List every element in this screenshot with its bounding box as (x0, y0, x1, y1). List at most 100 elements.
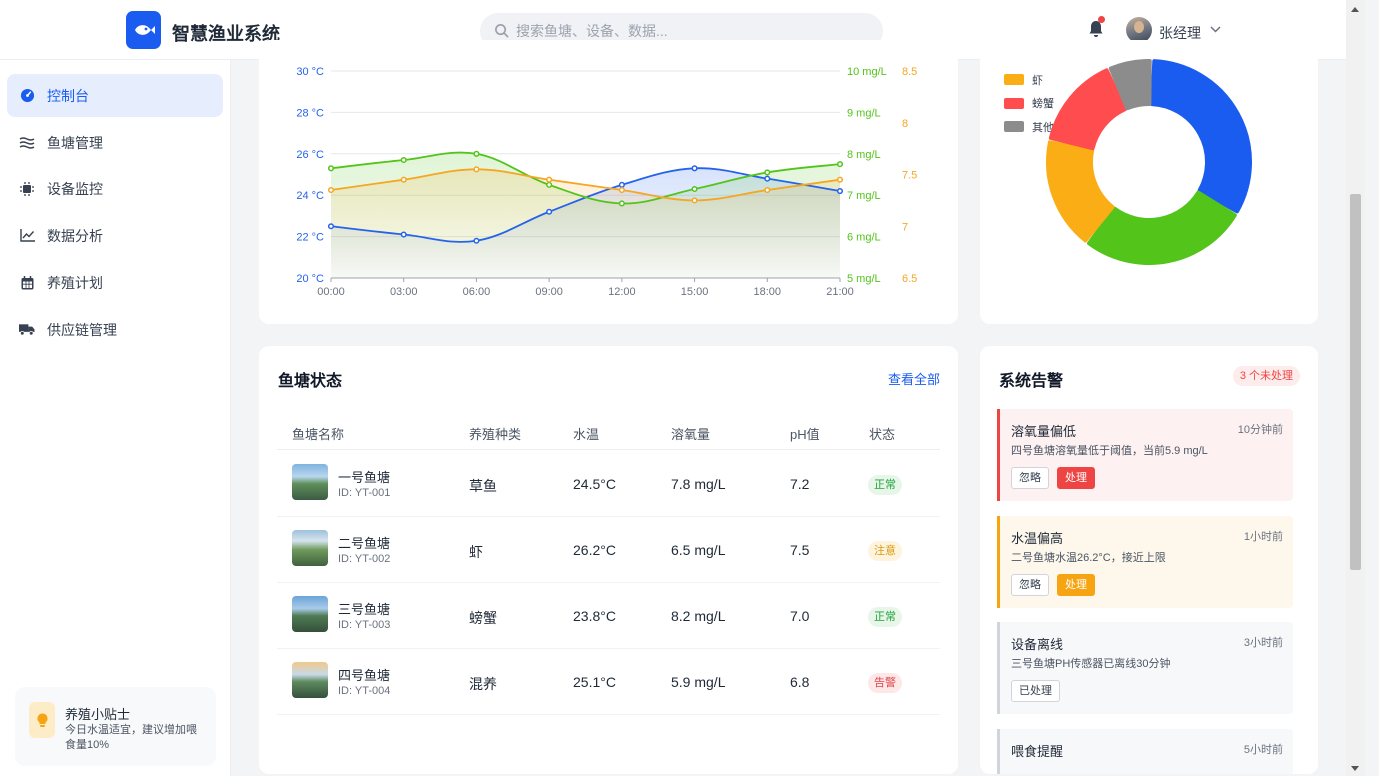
ph-tick-label: 8.5 (902, 66, 917, 78)
sidebar-item-supply-chain[interactable]: 供应链管理 (7, 308, 223, 351)
resolved-button[interactable]: 已处理 (1011, 680, 1060, 702)
alert-title: 水温偏高 (1011, 531, 1064, 546)
oxygen-point (546, 181, 553, 188)
column-header[interactable]: 水温 (573, 424, 599, 443)
ph-tick-label: 7.5 (902, 170, 917, 182)
sidebar-item-label: 养殖计划 (47, 274, 103, 291)
page-scrollbar[interactable] (1346, 0, 1365, 776)
status-badge: 正常 (868, 475, 902, 495)
scroll-up-arrow[interactable] (1351, 7, 1359, 12)
water-quality-line-chart: 20 °C 22 °C 24 °C 26 °C 28 °C 30 °C 5 mg/L 6 mg… (296, 66, 917, 298)
pond-temp: 25.1°C (573, 674, 616, 690)
ph-point (400, 176, 407, 183)
alert-text: 四号鱼塘溶氧量低于阈值，当前5.9 mg/L (1011, 445, 1208, 457)
table-row[interactable]: 四号鱼塘 ID: YT-004 混养 25.1°C 5.9 mg/L 6.8 告… (277, 649, 940, 715)
alert-time: 1小时前 (1243, 531, 1283, 543)
status-badge: 正常 (868, 607, 902, 627)
alert-time: 10分钟前 (1237, 424, 1283, 436)
sidebar-item-analytics[interactable]: 数据分析 (7, 214, 223, 257)
x-tick-label: 03:00 (390, 286, 418, 298)
pond-species: 虾 (469, 544, 483, 560)
alert-item[interactable]: 水温偏高 1小时前 二号鱼塘水温26.2°C，接近上限 忽略 处理 (997, 516, 1293, 608)
table-row[interactable]: 三号鱼塘 ID: YT-003 螃蟹 23.8°C 8.2 mg/L 7.0 正… (277, 583, 940, 649)
sidebar-item-label: 数据分析 (47, 227, 103, 244)
pond-temp: 24.5°C (573, 476, 616, 492)
sidebar-item-label: 鱼塘管理 (47, 134, 103, 151)
alert-item[interactable]: 设备离线 3小时前 三号鱼塘PH传感器已离线30分钟 已处理 (997, 622, 1293, 714)
x-tick-label: 18:00 (754, 286, 782, 298)
tip-title: 养殖小贴士 (65, 707, 131, 722)
x-tick-label: 00:00 (317, 286, 345, 298)
truck-icon (19, 322, 35, 338)
tip-text: 今日水温适宜，建议增加喂食量10% (65, 724, 197, 751)
sidebar-item-dashboard[interactable]: 控制台 (7, 74, 223, 117)
column-header[interactable]: pH值 (790, 424, 820, 443)
table-row[interactable]: 一号鱼塘 ID: YT-001 草鱼 24.5°C 7.8 mg/L 7.2 正… (277, 451, 940, 517)
temperature-point (400, 231, 407, 238)
pond-id: ID: YT-001 (338, 487, 391, 499)
pond-temp: 23.8°C (573, 608, 616, 624)
temperature-point (764, 175, 771, 182)
pond-ph: 7.5 (790, 542, 810, 558)
x-tick-label: 12:00 (608, 286, 636, 298)
line-chart-icon (19, 228, 35, 244)
handle-button[interactable]: 处理 (1057, 574, 1095, 596)
temperature-point (691, 165, 698, 172)
handle-button[interactable]: 处理 (1057, 467, 1095, 489)
temperature-point (546, 208, 553, 215)
oxygen-tick-label: 8 mg/L (847, 149, 881, 161)
donut-slice[interactable] (1048, 68, 1127, 151)
column-header[interactable]: 鱼塘名称 (292, 424, 344, 443)
temperature-point (473, 237, 480, 244)
sidebar: 控制台 鱼塘管理 设备监控 数据分析 养殖计划 供应链管理 养殖小贴士 今日水温… (0, 60, 231, 776)
oxygen-point (836, 161, 844, 168)
x-tick-label: 15:00 (681, 286, 709, 298)
sidebar-item-plans[interactable]: 养殖计划 (7, 261, 223, 304)
dashboard-icon (19, 88, 35, 104)
table-row[interactable]: 二号鱼塘 ID: YT-002 虾 26.2°C 6.5 mg/L 7.5 注意 (277, 517, 940, 583)
x-tick-label: 06:00 (463, 286, 491, 298)
lightbulb-icon (29, 702, 55, 738)
pond-name: 一号鱼塘 (338, 470, 391, 485)
chip-icon (19, 181, 35, 197)
scrollbar-thumb[interactable] (1350, 194, 1361, 570)
alert-item[interactable]: 喂食提醒 5小时前 (997, 729, 1293, 774)
temperature-tick-label: 22 °C (296, 232, 324, 244)
fish-logo-icon[interactable] (126, 11, 161, 49)
ph-point (836, 176, 844, 183)
unhandled-badge: 3 个未处理 (1232, 366, 1300, 386)
scroll-down-arrow[interactable] (1351, 766, 1359, 771)
search-icon (495, 24, 509, 38)
sidebar-item-label: 供应链管理 (47, 321, 117, 338)
calendar-icon (19, 275, 35, 291)
ph-tick-label: 7 (902, 221, 908, 233)
chevron-down-icon[interactable] (1210, 26, 1221, 33)
pond-status-title: 鱼塘状态 (278, 373, 343, 390)
oxygen-tick-label: 6 mg/L (847, 232, 881, 244)
ph-tick-label: 8 (902, 118, 908, 130)
column-header[interactable]: 养殖种类 (469, 424, 521, 443)
ph-point (764, 186, 771, 194)
column-header[interactable]: 状态 (869, 424, 895, 443)
alert-item[interactable]: 溶氧量偏低 10分钟前 四号鱼塘溶氧量低于阈值，当前5.9 mg/L 忽略 处理 (997, 409, 1293, 501)
column-header[interactable]: 溶氧量 (671, 424, 710, 443)
species-distribution-card: 虾 螃蟹 其他 (980, 40, 1318, 324)
pond-oxygen: 6.5 mg/L (671, 542, 726, 558)
view-all-link[interactable]: 查看全部 (888, 369, 940, 388)
sidebar-item-ponds[interactable]: 鱼塘管理 (7, 121, 223, 164)
ph-tick-label: 6.5 (902, 273, 917, 285)
temperature-tick-label: 26 °C (296, 149, 324, 161)
ignore-button[interactable]: 忽略 (1011, 574, 1049, 596)
temperature-tick-label: 28 °C (296, 107, 324, 119)
ignore-button[interactable]: 忽略 (1011, 467, 1049, 489)
ph-point (473, 166, 480, 173)
sidebar-item-label: 设备监控 (47, 180, 103, 197)
sidebar-item-devices[interactable]: 设备监控 (7, 167, 223, 210)
ph-point (691, 197, 698, 204)
pond-ph: 7.0 (790, 608, 810, 624)
oxygen-point (691, 185, 698, 193)
alerts-title: 系统告警 (999, 373, 1064, 390)
alert-title: 设备离线 (1011, 637, 1064, 652)
ph-point (618, 186, 625, 194)
donut-slice[interactable] (1150, 59, 1252, 214)
